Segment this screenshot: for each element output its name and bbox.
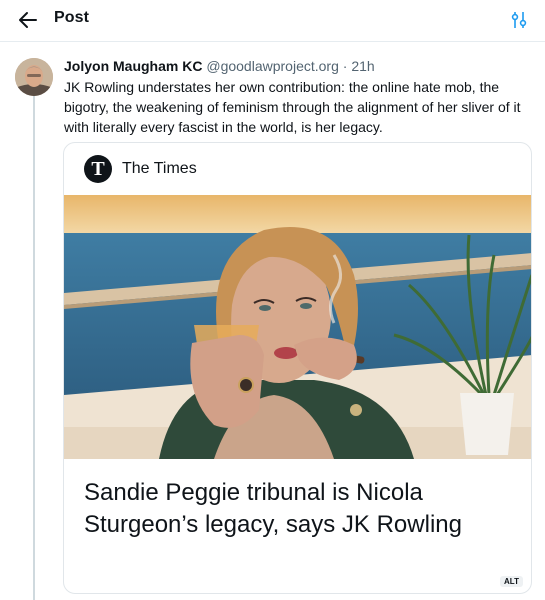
card-image — [64, 195, 531, 459]
post-header: Jolyon Maugham KC @goodlawproject.org · … — [64, 58, 375, 74]
times-logo-icon: T — [84, 155, 112, 183]
thread-line — [33, 96, 35, 600]
back-button[interactable] — [14, 7, 42, 33]
card-headline: Sandie Peggie tribunal is Nicola Sturgeo… — [84, 479, 462, 538]
separator: · — [338, 58, 352, 74]
link-card[interactable]: T The Times Sandie Peggie tribunal is Ni… — [63, 142, 532, 594]
card-source: T The Times — [84, 153, 197, 185]
post-time[interactable]: 21h — [351, 58, 374, 74]
author-handle[interactable]: @goodlawproject.org — [206, 58, 339, 74]
source-name: The Times — [122, 160, 197, 177]
author-name[interactable]: Jolyon Maugham KC — [64, 58, 202, 74]
avatar[interactable] — [15, 58, 53, 96]
sliders-icon — [511, 12, 527, 28]
filter-button[interactable] — [507, 8, 531, 32]
page-title: Post — [54, 9, 90, 26]
alt-badge[interactable]: ALT — [500, 576, 523, 587]
top-bar: Post — [0, 0, 545, 42]
arrow-left-icon — [19, 12, 37, 28]
post-text: JK Rowling understates her own contribut… — [64, 79, 521, 135]
